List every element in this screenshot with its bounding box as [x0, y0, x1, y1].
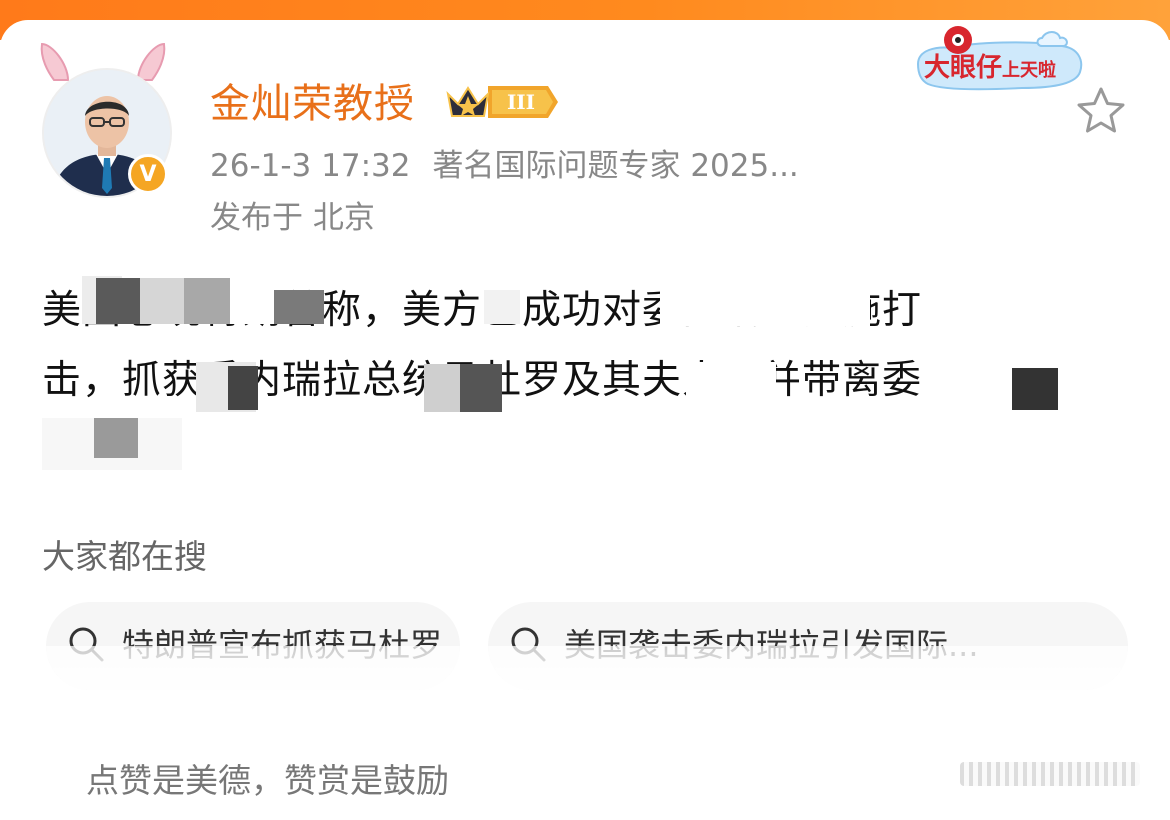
fade-overlay [488, 646, 1128, 690]
post-timestamp: 26-1-3 17:32 [210, 148, 411, 184]
pixelation-overlay [1012, 368, 1058, 410]
pixelation-overlay [228, 366, 258, 410]
pixelation-overlay [230, 282, 274, 324]
fade-overlay [46, 646, 460, 690]
author-title: 著名国际问题专家 2025... [432, 148, 799, 184]
hot-search-item[interactable]: 美国袭击委内瑞拉引发国际... [488, 602, 1128, 690]
promo-main-text: 大眼仔 [924, 53, 1003, 83]
post-location: 发布于 北京 [210, 200, 375, 236]
pixelation-overlay [660, 284, 870, 326]
pixelation-overlay [460, 364, 502, 412]
pixelation-overlay [140, 278, 184, 324]
post-meta: 26-1-3 17:32 著名国际问题专家 2025... [210, 144, 799, 188]
tip-button[interactable] [960, 762, 1140, 786]
pixelation-overlay [686, 362, 776, 412]
pixelation-overlay [424, 364, 464, 412]
tip-prompt[interactable]: 点赞是美德，赞赏是鼓励 [86, 758, 449, 804]
rank-level-label: III [506, 90, 536, 114]
hot-search-item[interactable]: 特朗普宣布抓获马杜罗 [46, 602, 460, 690]
pixelation-overlay [484, 290, 520, 324]
star-favorite-icon[interactable] [1074, 84, 1128, 138]
pixelation-overlay [274, 290, 324, 324]
verified-badge: V [128, 154, 168, 194]
pixelation-overlay [184, 278, 230, 324]
author-name[interactable]: 金灿荣教授 [210, 76, 415, 132]
promo-sub-text: 上天啦 [1002, 60, 1057, 81]
bunny-ear-left-icon [40, 42, 70, 81]
promo-label[interactable]: 大眼仔上天啦 [924, 50, 1056, 89]
pixelation-overlay [94, 418, 138, 458]
post-body-line: 内瑞拉。 [42, 416, 1122, 486]
pixelation-overlay [96, 278, 140, 324]
hot-search-title: 大家都在搜 [42, 537, 207, 576]
